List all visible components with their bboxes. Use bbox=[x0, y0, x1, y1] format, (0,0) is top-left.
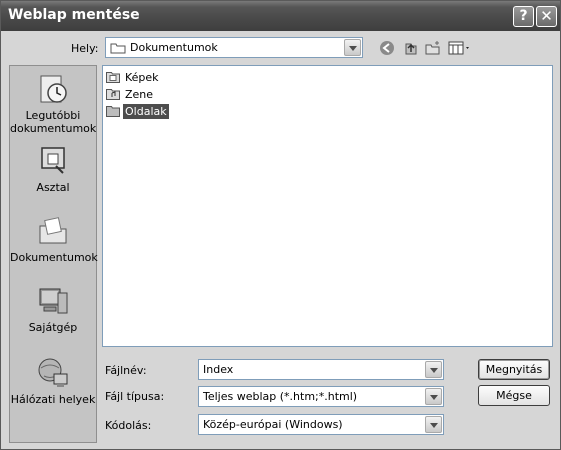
up-folder-icon[interactable] bbox=[401, 38, 421, 58]
close-button[interactable]: ✕ bbox=[536, 6, 557, 27]
filename-input[interactable]: Index bbox=[198, 359, 444, 380]
pictures-folder-icon bbox=[106, 72, 120, 83]
file-name: Képek bbox=[125, 71, 159, 84]
place-label: Sajátgép bbox=[28, 321, 78, 334]
place-label: Legutóbbi dokumentumok bbox=[10, 109, 97, 135]
network-places-icon bbox=[38, 358, 68, 387]
encoding-value: Közép-európai (Windows) bbox=[203, 418, 343, 431]
location-value: Dokumentumok bbox=[130, 41, 218, 54]
place-label: Dokumentumok bbox=[10, 251, 98, 264]
filetype-label: Fájl típusa: bbox=[105, 390, 165, 403]
filetype-value: Teljes weblap (*.htm;*.html) bbox=[203, 390, 358, 403]
place-my-documents[interactable]: Dokumentumok bbox=[10, 214, 98, 264]
chevron-down-icon[interactable] bbox=[425, 388, 442, 405]
chevron-down-icon[interactable] bbox=[344, 39, 361, 56]
my-computer-icon bbox=[39, 288, 68, 314]
recent-documents-icon bbox=[40, 75, 67, 103]
chevron-down-icon[interactable] bbox=[425, 416, 442, 433]
back-arrow-icon[interactable] bbox=[377, 38, 397, 58]
place-recent-documents[interactable]: Legutóbbi dokumentumok bbox=[10, 72, 96, 135]
location-label-text: Hely: bbox=[71, 42, 99, 55]
save-button[interactable]: Megnyitás bbox=[478, 359, 550, 380]
location-combo[interactable]: Dokumentumok bbox=[105, 37, 363, 58]
file-list[interactable]: Képek Zene Oldalak bbox=[102, 65, 553, 347]
filetype-select[interactable]: Teljes weblap (*.htm;*.html) bbox=[198, 386, 444, 407]
desktop-icon bbox=[41, 147, 65, 174]
place-my-computer[interactable]: Sajátgép bbox=[10, 284, 96, 334]
cancel-button[interactable]: Mégse bbox=[478, 385, 550, 406]
place-label: Hálózati helyek bbox=[10, 393, 96, 406]
encoding-label: Kódolás: bbox=[105, 419, 152, 432]
save-dialog: Weblap mentése ? ✕ Hely: Dokumentumok Le… bbox=[0, 0, 561, 450]
folder-icon bbox=[110, 43, 126, 54]
new-folder-icon[interactable] bbox=[423, 38, 443, 58]
filename-label: Fájlnév: bbox=[105, 364, 147, 377]
place-network-places[interactable]: Hálózati helyek bbox=[10, 356, 96, 406]
encoding-select[interactable]: Közép-európai (Windows) bbox=[198, 414, 444, 435]
file-name: Oldalak bbox=[123, 104, 169, 119]
music-folder-icon bbox=[106, 89, 120, 100]
title-bar[interactable]: Weblap mentése ? ✕ bbox=[1, 1, 560, 31]
places-bar: Legutóbbi dokumentumok Asztal Dokumentum… bbox=[9, 65, 98, 443]
file-name: Zene bbox=[125, 88, 154, 101]
place-desktop[interactable]: Asztal bbox=[10, 144, 96, 194]
help-button[interactable]: ? bbox=[513, 6, 534, 27]
my-documents-icon bbox=[39, 217, 67, 244]
place-label: Asztal bbox=[36, 181, 70, 194]
location-label: Hely: bbox=[71, 42, 99, 55]
window-title: Weblap mentése bbox=[8, 7, 140, 23]
folder-icon bbox=[106, 106, 120, 117]
filename-value: Index bbox=[203, 363, 234, 376]
views-menu-icon[interactable] bbox=[447, 38, 473, 58]
chevron-down-icon[interactable] bbox=[425, 361, 442, 378]
